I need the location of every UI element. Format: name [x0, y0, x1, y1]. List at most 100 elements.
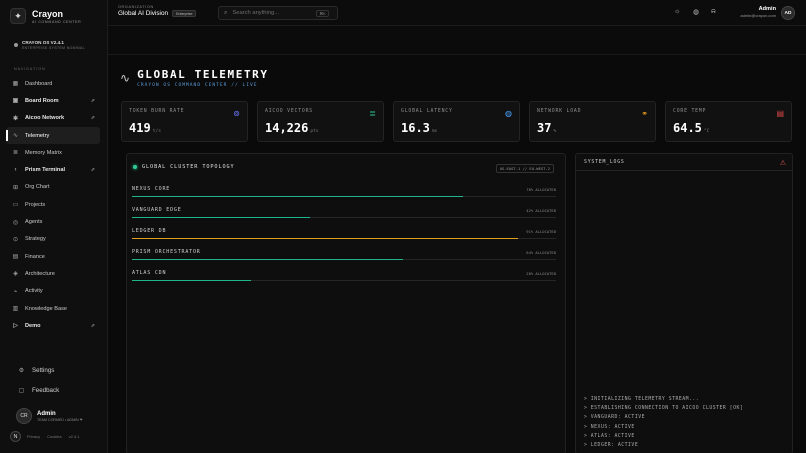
- sidebar-item-aicoo-network[interactable]: ✱ Aicoo Network ⇗: [6, 110, 100, 127]
- pulse-icon: ∿: [12, 133, 19, 140]
- log-line: > INITIALIZING TELEMETRY STREAM...: [584, 397, 700, 402]
- sidebar-item-org-chart[interactable]: ⊞ Org Chart: [6, 179, 100, 196]
- external-link-icon: ⇗: [90, 167, 95, 174]
- sidebar: ✦ Crayon AI COMMAND CENTER CRAYON OS V2.…: [0, 0, 108, 453]
- globe-icon[interactable]: ◍: [693, 8, 699, 16]
- allocation-track: [132, 196, 556, 198]
- cluster-bars: NEXUS CORE 78% ALLOCATED VANGUARD EDGE 42% …: [132, 186, 556, 291]
- external-link-icon: ⇗: [90, 322, 95, 329]
- sidebar-item-architecture[interactable]: ◈ Architecture: [6, 265, 100, 282]
- avatar[interactable]: AD: [781, 6, 795, 20]
- sidebar-item-dashboard[interactable]: ▦ Dashboard: [6, 75, 100, 92]
- feedback-button[interactable]: ▢ Feedback: [12, 380, 100, 400]
- metric-label: CORE TEMP: [673, 109, 707, 114]
- allocation-fill: [132, 238, 518, 240]
- bell-icon[interactable]: ⍾: [711, 8, 716, 16]
- metric-card: GLOBAL LATENCY 16.3 ms ◍: [393, 101, 520, 142]
- organization-switcher[interactable]: ORGANIZATION Global AI Division Enterpri…: [118, 5, 197, 17]
- metric-card: CORE TEMP 64.5 °C ▤: [665, 101, 792, 142]
- sidebar-item-telemetry[interactable]: ∿ Telemetry: [6, 126, 100, 145]
- metric-number: 419: [129, 121, 151, 135]
- metric-card: AICOO VECTORS 14,226 pts ≣: [257, 101, 384, 142]
- n-logo-icon: N: [10, 431, 21, 442]
- sidebar-item-prism-terminal[interactable]: › Prism Terminal ⇗: [6, 161, 100, 178]
- search-icon: ⌕: [224, 9, 228, 16]
- search-input[interactable]: [232, 10, 313, 16]
- sidebar-item-strategy[interactable]: ⊙ Strategy: [6, 231, 100, 248]
- log-line: > VANGUARD: ACTIVE: [584, 415, 645, 421]
- sidebar-item-finance[interactable]: ▤ Finance: [6, 248, 100, 265]
- top-header: ORGANIZATION Global AI Division Enterpri…: [108, 0, 806, 26]
- cluster-allocation: 42% ALLOCATED: [526, 208, 556, 213]
- cluster-name: VANGUARD EDGE: [132, 207, 182, 213]
- sidebar-item-label: Dashboard: [25, 80, 53, 87]
- sidebar-item-memory-matrix[interactable]: ≣ Memory Matrix: [6, 144, 100, 161]
- bot-icon: ◎: [12, 219, 19, 226]
- play-icon: ▷: [13, 323, 18, 330]
- external-link-icon: ⇗: [90, 115, 95, 122]
- nav-section-label: NAVIGATION: [14, 67, 46, 71]
- metric-unit: pts: [310, 129, 319, 134]
- system-logs-panel: SYSTEM_LOGS ⚠ > INITIALIZING TELEMETRY S…: [575, 153, 793, 453]
- metric-value: 37%: [537, 121, 556, 135]
- user-name: Admin: [37, 410, 56, 417]
- search-box[interactable]: ⌕ ⌘K: [218, 6, 338, 20]
- sidebar-footer: N Privacy Cookies v2.4.1: [10, 431, 86, 442]
- sidebar-item-demo[interactable]: ▷ Demo ⇗: [6, 317, 100, 334]
- cluster-row: ATLAS CDN 28% ALLOCATED: [132, 270, 556, 291]
- metric-label: TOKEN BURN RATE: [129, 109, 185, 114]
- metric-number: 37: [537, 121, 552, 135]
- metric-value: 14,226 pts: [265, 121, 319, 135]
- page-title: GLOBAL TELEMETRY: [137, 68, 269, 81]
- brand-logo-icon: ✦: [10, 8, 26, 24]
- cluster-row: VANGUARD EDGE 42% ALLOCATED: [132, 207, 556, 228]
- database-icon: ≣: [12, 150, 19, 157]
- cluster-name: ATLAS CDN: [132, 270, 167, 276]
- brand[interactable]: ✦ Crayon AI COMMAND CENTER: [10, 8, 81, 24]
- sidebar-item-label: Aicoo Network: [25, 115, 65, 122]
- header-user[interactable]: Admin admin@crayon.com: [740, 6, 776, 18]
- message-icon: ▢: [18, 387, 25, 394]
- brand-name: Crayon: [32, 8, 64, 19]
- metric-label: AICOO VECTORS: [265, 109, 313, 114]
- cluster-allocation: 78% ALLOCATED: [526, 187, 556, 192]
- metric-label: GLOBAL LATENCY: [401, 109, 453, 114]
- cluster-allocation: 28% ALLOCATED: [526, 271, 556, 276]
- sidebar-item-agents[interactable]: ◎ Agents: [6, 213, 100, 230]
- log-line: > NEXUS: ACTIVE: [584, 424, 635, 430]
- search-shortcut: ⌘K: [316, 9, 329, 17]
- sidebar-item-activity[interactable]: ⌁ Activity: [6, 283, 100, 300]
- allocation-fill: [132, 280, 251, 282]
- layers-icon: ◈: [13, 271, 18, 278]
- target-icon: ⊙: [12, 236, 19, 243]
- sidebar-item-board-room[interactable]: ▣ Board Room ⇗: [6, 92, 100, 109]
- external-link-icon: ⇗: [90, 97, 95, 104]
- globe-icon: ◍: [505, 109, 512, 118]
- metric-card: NETWORK LOAD 37% ⚭: [529, 101, 656, 142]
- metric-unit: %: [553, 129, 557, 134]
- theme-toggle-icon[interactable]: ☼: [674, 8, 680, 15]
- sidebar-item-label: Activity: [25, 288, 43, 295]
- system-status: CRAYON OS V2.4.1 ENTERPRISE SYSTEM NOMIN…: [14, 40, 85, 50]
- brand-subtitle: AI COMMAND CENTER: [32, 19, 82, 24]
- settings-button[interactable]: ⚙ Settings: [12, 360, 100, 380]
- allocation-track: [132, 259, 556, 261]
- log-line: > LEDGER: ACTIVE: [584, 442, 639, 448]
- sidebar-item-label: Prism Terminal: [25, 167, 65, 174]
- cluster-allocation: 64% ALLOCATED: [526, 250, 556, 255]
- page-subtitle: CRAYON OS COMMAND CENTER // LIVE: [137, 83, 258, 88]
- privacy-link[interactable]: Privacy: [27, 434, 40, 439]
- database-icon: ≣: [369, 109, 376, 118]
- metric-unit: °C: [703, 129, 710, 134]
- log-line: > ATLAS: ACTIVE: [584, 433, 635, 439]
- header-user-email: admin@crayon.com: [740, 13, 776, 18]
- user-team: TEAM CORMED • ADMIN ⚑: [37, 417, 83, 422]
- user-profile[interactable]: CR Admin TEAM CORMED • ADMIN ⚑: [16, 408, 83, 424]
- metric-number: 64.5: [673, 121, 702, 135]
- main-content: ∿ GLOBAL TELEMETRY CRAYON OS COMMAND CEN…: [108, 54, 806, 453]
- sidebar-item-knowledge-base[interactable]: ▥ Knowledge Base: [6, 300, 100, 317]
- sidebar-item-projects[interactable]: ▭ Projects: [6, 196, 100, 213]
- cluster-row: PRISM ORCHESTRATOR 64% ALLOCATED: [132, 249, 556, 270]
- cookies-link[interactable]: Cookies: [47, 434, 61, 439]
- org-tier-badge: Enterprise: [172, 10, 197, 17]
